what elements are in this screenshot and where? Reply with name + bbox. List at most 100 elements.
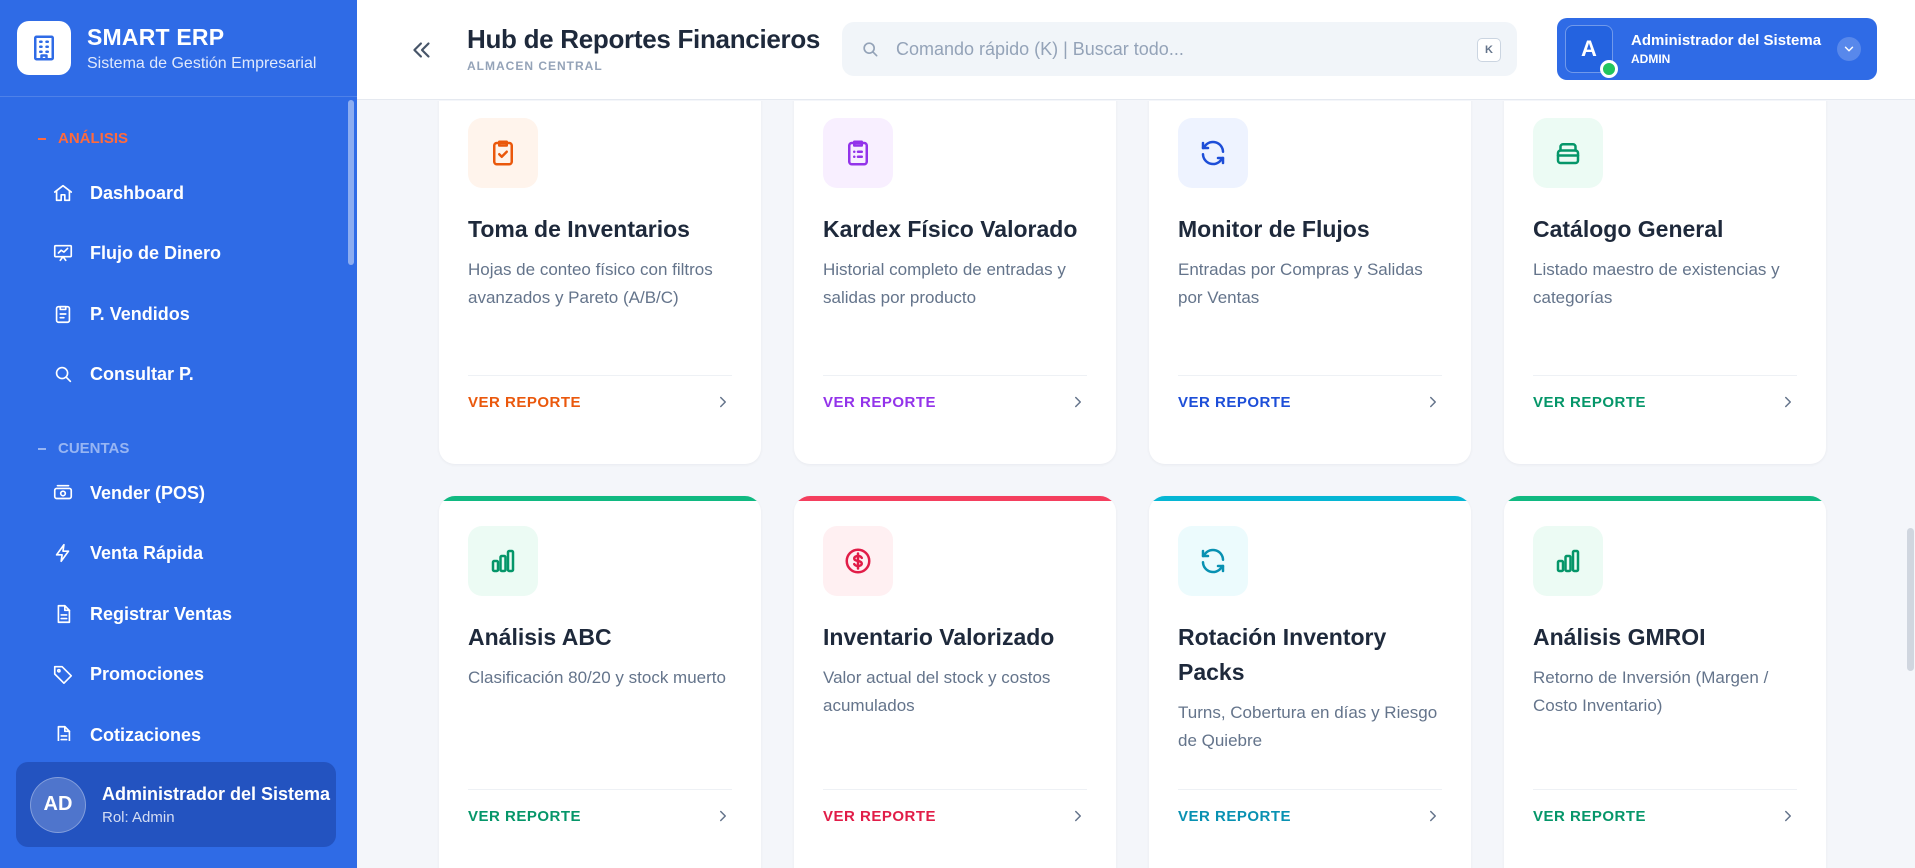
card-divider — [1533, 375, 1797, 376]
profile-menu-button[interactable]: A Administrador del Sistema ADMIN — [1557, 18, 1877, 80]
chevron-right-icon — [1075, 810, 1081, 822]
collapse-dash-icon — [38, 137, 46, 140]
card-accent-bar — [1504, 496, 1826, 501]
reports-grid: Toma de Inventarios Hojas de conteo físi… — [357, 101, 1906, 868]
view-report-link[interactable]: VER REPORTE — [468, 807, 732, 825]
top-header: Hub de Reportes Financieros ALMACEN CENT… — [357, 0, 1915, 100]
card-divider — [823, 375, 1087, 376]
card-accent-bar — [1149, 496, 1471, 501]
card-title: Rotación Inventory Packs — [1178, 624, 1387, 685]
report-card-inventario-valorizado[interactable]: Inventario Valorizado Valor actual del s… — [794, 496, 1116, 868]
card-divider — [1178, 375, 1442, 376]
sidebar-item-consultar-p[interactable]: Consultar P. — [52, 363, 194, 385]
section-label: ANÁLISIS — [58, 130, 129, 147]
sidebar-item-promociones[interactable]: Promociones — [52, 663, 204, 685]
card-divider — [1533, 789, 1797, 790]
link-label: VER REPORTE — [468, 393, 582, 411]
card-description: Valor actual del stock y costos acumulad… — [823, 668, 1051, 715]
sidebar-item-venta-rapida[interactable]: Venta Rápida — [52, 542, 203, 564]
report-card-monitor-flujos[interactable]: Monitor de Flujos Entradas por Compras y… — [1149, 101, 1471, 464]
sidebar-item-label: Consultar P. — [90, 363, 194, 384]
user-role: Rol: Admin — [102, 808, 175, 826]
chevron-right-icon — [1430, 396, 1436, 408]
avatar: A — [1565, 25, 1618, 78]
report-card-kardex[interactable]: Kardex Físico Valorado Historial complet… — [794, 101, 1116, 464]
view-report-link[interactable]: VER REPORTE — [823, 807, 1087, 825]
sidebar-scroll-thumb[interactable] — [348, 100, 354, 265]
sidebar-item-p-vendidos[interactable]: P. Vendidos — [52, 303, 190, 325]
card-divider — [468, 375, 732, 376]
sidebar-user-card[interactable]: AD Administrador del Sistema Rol: Admin — [16, 762, 336, 847]
main-scrollbar[interactable] — [1906, 101, 1915, 868]
sidebar-item-label: Registrar Ventas — [90, 603, 233, 624]
lightning-icon — [55, 543, 70, 563]
view-report-link[interactable]: VER REPORTE — [1178, 807, 1442, 825]
card-title: Catálogo General — [1533, 216, 1724, 242]
brand-name: SMART ERP — [87, 23, 225, 50]
sidebar-item-registrar-ventas[interactable]: Registrar Ventas — [52, 603, 232, 625]
bar-chart-icon — [1533, 526, 1603, 596]
card-divider — [468, 789, 732, 790]
main-scroll-thumb[interactable] — [1907, 528, 1914, 671]
link-label: VER REPORTE — [1533, 807, 1647, 825]
card-title: Monitor de Flujos — [1178, 216, 1370, 242]
sidebar-item-label: Dashboard — [90, 182, 185, 203]
avatar: AD — [30, 776, 86, 833]
view-report-link[interactable]: VER REPORTE — [468, 393, 732, 411]
link-label: VER REPORTE — [1178, 393, 1292, 411]
sidebar-item-label: P. Vendidos — [90, 303, 190, 324]
card-accent-bar — [439, 496, 761, 501]
card-description: Entradas por Compras y Salidas por Venta… — [1178, 260, 1423, 307]
search-input[interactable] — [896, 38, 1456, 60]
sidebar-item-dashboard[interactable]: Dashboard — [52, 182, 184, 204]
link-label: VER REPORTE — [823, 393, 937, 411]
card-title: Kardex Físico Valorado — [823, 216, 1078, 242]
sidebar-item-label: Cotizaciones — [90, 724, 202, 742]
view-report-link[interactable]: VER REPORTE — [1533, 807, 1797, 825]
page-subtitle: ALMACEN CENTRAL — [467, 59, 603, 73]
view-report-link[interactable]: VER REPORTE — [1533, 393, 1797, 411]
profile-role: ADMIN — [1631, 52, 1671, 66]
view-report-link[interactable]: VER REPORTE — [1178, 393, 1442, 411]
card-title: Toma de Inventarios — [468, 216, 690, 242]
section-title-cuentas[interactable]: CUENTAS — [38, 440, 129, 457]
view-report-link[interactable]: VER REPORTE — [823, 393, 1087, 411]
report-card-rotacion-inventory[interactable]: Rotación Inventory Packs Turns, Cobertur… — [1149, 496, 1471, 868]
card-title: Inventario Valorizado — [823, 624, 1055, 650]
collapse-sidebar-button[interactable] — [407, 35, 437, 65]
chevron-right-icon — [1430, 810, 1436, 822]
document-icon — [57, 725, 71, 741]
archive-icon — [1533, 118, 1603, 188]
sidebar-item-label: Vender (POS) — [90, 482, 206, 503]
dollar-circle-icon — [823, 526, 893, 596]
report-card-catalogo-general[interactable]: Catálogo General Listado maestro de exis… — [1504, 101, 1826, 464]
report-card-toma-inventarios[interactable]: Toma de Inventarios Hojas de conteo físi… — [439, 101, 761, 464]
card-accent-bar — [794, 496, 1116, 501]
report-card-analisis-gmroi[interactable]: Análisis GMROI Retorno de Inversión (Mar… — [1504, 496, 1826, 868]
sidebar-nav: ANÁLISIS Dashboard Flujo de Dinero P. Ve… — [0, 97, 345, 741]
sidebar-item-flujo-dinero[interactable]: Flujo de Dinero — [52, 242, 221, 264]
section-title-analisis[interactable]: ANÁLISIS — [38, 130, 128, 147]
link-label: VER REPORTE — [823, 807, 937, 825]
refresh-icon — [1178, 118, 1248, 188]
brand[interactable]: SMART ERP Sistema de Gestión Empresarial — [0, 0, 357, 97]
user-name: Administrador del Sistema — [102, 783, 331, 804]
profile-name: Administrador del Sistema — [1631, 32, 1822, 49]
link-label: VER REPORTE — [1533, 393, 1647, 411]
search-bar[interactable]: K — [842, 22, 1517, 76]
sidebar-scrollbar[interactable] — [345, 97, 357, 741]
building-icon — [17, 21, 71, 75]
sidebar-item-cotizaciones[interactable]: Cotizaciones — [52, 724, 201, 741]
card-description: Retorno de Inversión (Margen / Costo Inv… — [1533, 668, 1769, 715]
report-card-analisis-abc[interactable]: Análisis ABC Clasificación 80/20 y stock… — [439, 496, 761, 868]
document-icon — [57, 604, 71, 624]
search-icon — [55, 366, 72, 383]
link-label: VER REPORTE — [468, 807, 582, 825]
section-label: CUENTAS — [58, 440, 130, 457]
collapse-dash-icon — [38, 447, 46, 450]
card-divider — [823, 789, 1087, 790]
search-icon — [863, 42, 878, 57]
sidebar-item-vender-pos[interactable]: Vender (POS) — [52, 482, 205, 504]
card-title: Análisis ABC — [468, 624, 612, 650]
sidebar-item-label: Promociones — [90, 663, 205, 684]
